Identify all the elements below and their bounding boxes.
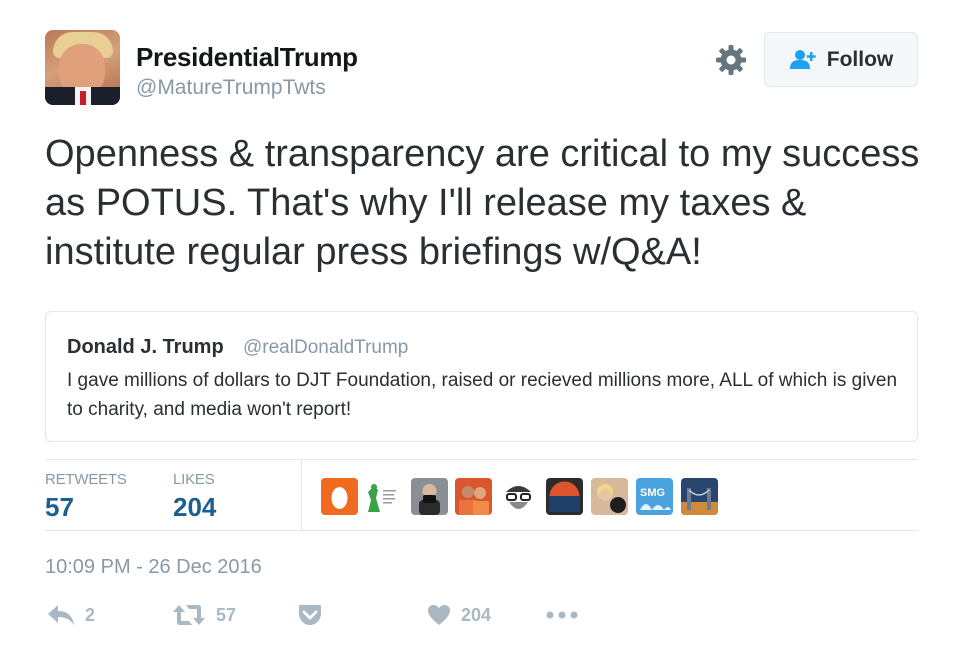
liker-avatar-3[interactable]	[411, 478, 448, 515]
retweets-label[interactable]: RETWEETS	[45, 471, 127, 488]
profile-avatar[interactable]	[45, 30, 120, 105]
retweets-count[interactable]: 57	[45, 492, 74, 523]
more-options-button[interactable]	[546, 604, 578, 626]
follow-label: Follow	[826, 47, 894, 71]
liker-avatar-4[interactable]	[455, 478, 492, 515]
tweet-text: Openness & transparency are critical to …	[45, 133, 920, 273]
heart-icon	[428, 605, 450, 625]
avatar-tie	[80, 91, 86, 105]
retweet-count: 57	[216, 604, 237, 625]
tweet-timestamp[interactable]: 10:09 PM - 26 Dec 2016	[45, 556, 262, 579]
display-name[interactable]: PresidentialTrump	[136, 42, 358, 73]
quoted-tweet-text: I gave millions of dollars to DJT Founda…	[67, 370, 898, 420]
like-count: 204	[461, 604, 492, 625]
liker-avatar-1[interactable]	[321, 478, 358, 515]
more-icon	[546, 611, 578, 619]
stats-vertical-divider	[301, 460, 302, 530]
like-button[interactable]: 204	[427, 604, 491, 626]
reply-count: 2	[85, 604, 96, 625]
retweet-button[interactable]: 57	[172, 604, 236, 626]
follow-button[interactable]: Follow	[764, 32, 918, 87]
quoted-tweet[interactable]: Donald J. Trump @realDonaldTrump I gave …	[45, 311, 918, 442]
retweet-icon	[173, 605, 205, 625]
likes-label[interactable]: LIKES	[173, 471, 215, 488]
svg-text:SMG: SMG	[640, 487, 665, 499]
likes-count[interactable]: 204	[173, 492, 216, 523]
liker-avatar-2[interactable]	[362, 478, 399, 515]
stats-top-divider	[45, 459, 918, 460]
liker-avatar-6[interactable]	[546, 478, 583, 515]
reply-icon	[48, 605, 74, 625]
username[interactable]: @MatureTrumpTwts	[136, 76, 326, 100]
liker-avatar-5[interactable]	[500, 478, 537, 515]
add-user-icon	[789, 49, 816, 69]
quoted-author-name: Donald J. Trump	[67, 336, 224, 358]
gear-icon[interactable]	[715, 44, 747, 76]
liker-avatar-7[interactable]	[591, 478, 628, 515]
quoted-author-handle: @realDonaldTrump	[243, 337, 409, 358]
stats-bottom-divider	[45, 530, 918, 531]
liker-avatar-8[interactable]: SMG	[636, 478, 673, 515]
reply-button[interactable]: 2	[47, 604, 95, 626]
pocket-icon	[299, 605, 321, 625]
save-to-pocket-button[interactable]	[298, 604, 322, 626]
liker-avatar-9[interactable]	[681, 478, 718, 515]
